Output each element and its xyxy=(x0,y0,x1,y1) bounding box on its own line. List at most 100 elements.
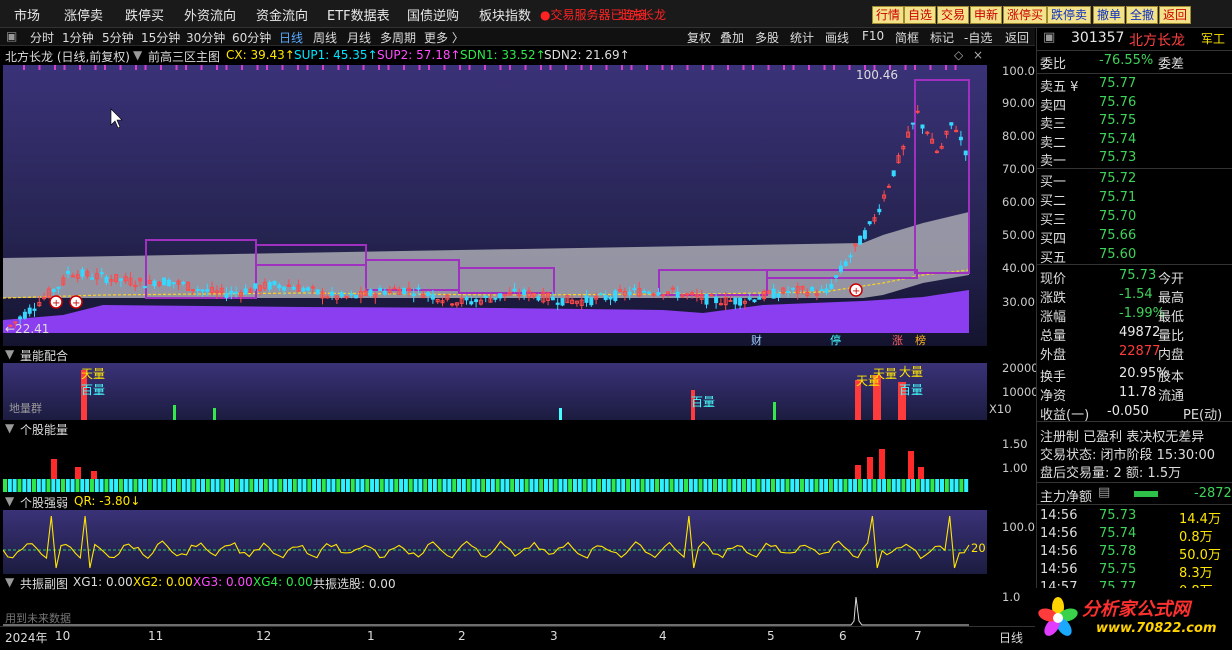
tool-stats[interactable]: 统计 xyxy=(790,29,814,46)
volume-chart[interactable]: 天量 百量 地量群 百量 天量 天量 大量 百量 xyxy=(3,363,987,420)
energy-bar xyxy=(297,479,302,492)
tool-fq[interactable]: 复权 xyxy=(687,29,711,46)
tick-price: 75.75 xyxy=(1099,562,1137,577)
menu-limit-down-buy[interactable]: 跌停买 xyxy=(125,5,164,24)
ask-price[interactable]: 75.76 xyxy=(1099,95,1136,110)
close-icon[interactable]: × xyxy=(973,48,983,62)
candle-body xyxy=(752,299,757,303)
event-board[interactable]: 榜 xyxy=(915,333,926,346)
event-financial[interactable]: 财 xyxy=(751,333,762,346)
strength-chart[interactable] xyxy=(3,510,987,574)
net-flow-icon[interactable]: ▤ xyxy=(1098,485,1110,500)
menu-market[interactable]: 市场 xyxy=(14,5,40,24)
panel-collapse-icon[interactable]: ▼ xyxy=(5,494,14,508)
ask-price[interactable]: 75.77 xyxy=(1099,76,1136,91)
btn-cancel-all[interactable]: 全撤 xyxy=(1126,6,1159,24)
period-30min[interactable]: 30分钟 xyxy=(186,29,225,46)
candle-body xyxy=(843,261,848,267)
btn-trade[interactable]: 交易 xyxy=(937,6,970,24)
menu-foreign-flow[interactable]: 外资流向 xyxy=(184,5,236,24)
energy-chart[interactable] xyxy=(3,437,987,493)
btn-watchlist[interactable]: 自选 xyxy=(904,6,937,24)
stat-value: 22877 xyxy=(1119,344,1161,359)
period-multi[interactable]: 多周期 xyxy=(380,29,416,46)
energy-bar xyxy=(345,479,350,492)
energy-bar xyxy=(273,479,278,492)
top-signal-tick xyxy=(823,65,826,70)
bid-price[interactable]: 75.66 xyxy=(1099,228,1136,243)
btn-new-share[interactable]: 申新 xyxy=(970,6,1003,24)
energy-bar xyxy=(307,479,312,492)
ask-price[interactable]: 75.73 xyxy=(1099,150,1136,165)
btn-back[interactable]: 返回 xyxy=(1159,6,1192,24)
tool-overlay[interactable]: 叠加 xyxy=(720,29,744,46)
btn-quote[interactable]: 行情 xyxy=(872,6,905,24)
menu-etf-table[interactable]: ETF数据表 xyxy=(327,5,390,24)
top-signal-tick xyxy=(484,65,486,70)
tool-multi-stock[interactable]: 多股 xyxy=(755,29,779,46)
energy-bar xyxy=(109,479,114,492)
bid-price[interactable]: 75.70 xyxy=(1099,209,1136,224)
bid-price[interactable]: 75.60 xyxy=(1099,247,1136,262)
event-limit-up[interactable]: 涨 xyxy=(892,334,903,346)
menu-sector-index[interactable]: 板块指数 xyxy=(479,5,531,24)
svg-text:+: + xyxy=(852,286,860,297)
menu-reverse-repo[interactable]: 国债逆购 xyxy=(407,5,459,24)
panel-collapse-icon[interactable]: ▼ xyxy=(5,421,14,435)
top-signal-tick xyxy=(702,65,704,70)
panel-toggle-icon[interactable]: ▣ xyxy=(6,29,17,43)
period-1min[interactable]: 1分钟 xyxy=(62,29,94,46)
energy-bar xyxy=(790,479,795,492)
main-kline-chart[interactable]: + + + 100.46 ←22.41 财 停 涨 榜 xyxy=(3,65,987,346)
tool-f10[interactable]: F10 xyxy=(862,29,884,43)
bid-price[interactable]: 75.72 xyxy=(1099,171,1136,186)
candle-body xyxy=(152,280,157,287)
tool-draw[interactable]: 画线 xyxy=(825,29,849,46)
period-daily[interactable]: 日线 xyxy=(279,29,303,46)
date-period-label[interactable]: 日线 xyxy=(999,629,1023,646)
energy-bar xyxy=(553,479,558,492)
tool-mark[interactable]: 标记 xyxy=(930,29,954,46)
candle-body xyxy=(272,280,277,286)
btn-limit-down-sell[interactable]: 跌停卖 xyxy=(1047,6,1092,24)
period-more[interactable]: 更多 〉 xyxy=(424,29,464,46)
btn-cancel[interactable]: 撤单 xyxy=(1093,6,1126,24)
btn-limit-up-buy[interactable]: 涨停买 xyxy=(1003,6,1048,24)
vol-label: 百量 xyxy=(899,383,923,397)
tick-price: 75.78 xyxy=(1099,544,1137,559)
event-suspend[interactable]: 停 xyxy=(830,333,841,346)
period-monthly[interactable]: 月线 xyxy=(347,29,371,46)
period-5min[interactable]: 5分钟 xyxy=(102,29,134,46)
energy-bar xyxy=(3,479,7,492)
period-tick[interactable]: 分时 xyxy=(30,29,54,46)
tool-back[interactable]: 返回 xyxy=(1005,29,1029,46)
energy-bar xyxy=(22,479,27,492)
stock-tag: 军工 xyxy=(1201,32,1226,46)
panel-collapse-icon[interactable]: ▼ xyxy=(5,575,14,589)
menu-limit-up-sell[interactable]: 涨停卖 xyxy=(64,5,103,24)
quote-menu-icon[interactable]: ▣ xyxy=(1043,30,1055,45)
energy-bar xyxy=(486,479,490,492)
period-60min[interactable]: 60分钟 xyxy=(232,29,271,46)
stat-label: 外盘 xyxy=(1040,348,1067,363)
menu-fund-flow[interactable]: 资金流向 xyxy=(256,5,308,24)
indicator-name[interactable]: 前高三区主图 xyxy=(148,48,220,65)
energy-bar xyxy=(234,479,239,492)
price-tick: 50.00 xyxy=(1002,228,1035,242)
candle-body xyxy=(66,270,71,274)
indicator-dropdown-icon[interactable]: ▼ xyxy=(133,48,142,62)
energy-bar xyxy=(766,479,771,492)
tool-simple-frame[interactable]: 简框 xyxy=(895,29,919,46)
panel-collapse-icon[interactable]: ▼ xyxy=(5,347,14,361)
energy-bar xyxy=(539,479,544,492)
tool-self-select[interactable]: -自选 xyxy=(964,29,992,46)
period-weekly[interactable]: 周线 xyxy=(313,29,337,46)
top-signal-tick xyxy=(428,65,430,70)
energy-bar xyxy=(442,479,447,492)
diamond-icon[interactable]: ◇ xyxy=(954,48,963,62)
ask-price[interactable]: 75.74 xyxy=(1099,132,1136,147)
resonance-chart[interactable]: 用到未来数据 xyxy=(3,591,987,626)
ask-price[interactable]: 75.75 xyxy=(1099,113,1136,128)
bid-price[interactable]: 75.71 xyxy=(1099,190,1136,205)
period-15min[interactable]: 15分钟 xyxy=(141,29,180,46)
